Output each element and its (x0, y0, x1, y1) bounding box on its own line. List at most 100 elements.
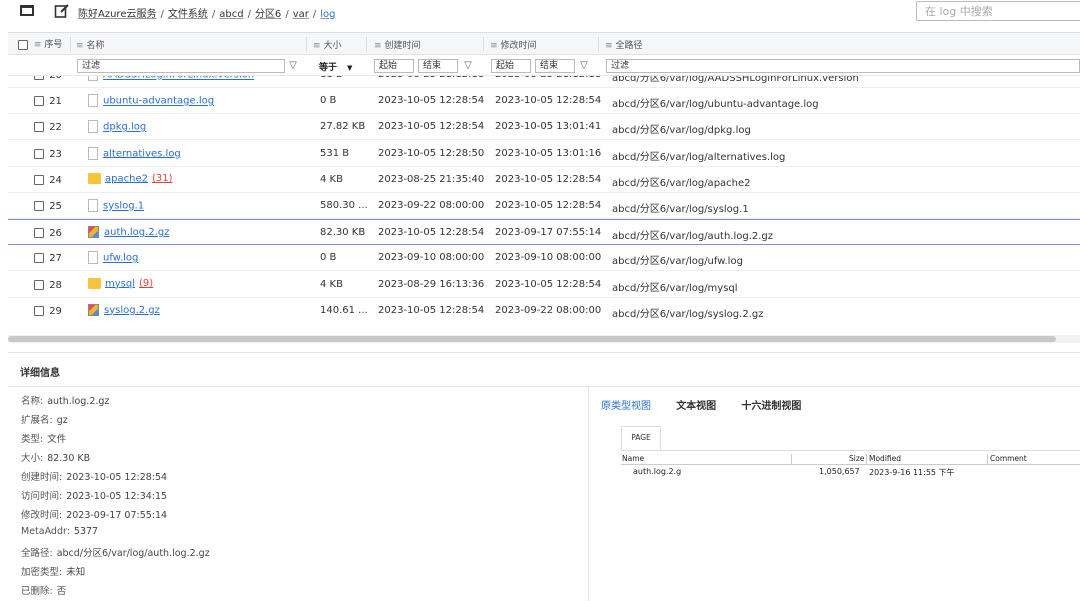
archive-header-name[interactable]: Name (622, 454, 644, 463)
row-checkbox[interactable] (34, 76, 44, 80)
file-name-link[interactable]: alternatives.log (103, 148, 181, 159)
row-checkbox[interactable] (34, 201, 44, 211)
table-row[interactable]: 26 auth.log.2.gz 82.30 KB 2023-10-05 12:28:… (8, 219, 1080, 246)
header-path[interactable]: 全路径 (616, 41, 643, 51)
file-name-link[interactable]: AADSSHLoginForLinux.version (103, 76, 254, 81)
item-count[interactable]: (31) (152, 173, 173, 184)
header-name[interactable]: 名称 (87, 41, 105, 51)
filter-icon[interactable]: ▽ (461, 59, 475, 73)
property-value: gz (56, 415, 68, 426)
edit-icon[interactable] (54, 3, 70, 19)
archive-entry-size: 1,050,657 (819, 467, 860, 476)
table-row[interactable]: 28 mysql (9) 4 KB 2023-08-29 16:13:36 2023-10… (8, 272, 1080, 298)
header-ctime[interactable]: 创建时间 (385, 41, 421, 51)
row-checkbox[interactable] (34, 96, 44, 107)
property-list: 名称: auth.log.2.gz 扩展名: gz 类型: 文件 大小: 82.30 KB 创建… (21, 393, 210, 601)
property-item: 修改时间: 2023-09-17 07:55:14 (21, 507, 210, 526)
table-row[interactable]: 21 ubuntu-advantage.log 0 B 2023-10-05 12:2… (8, 88, 1080, 115)
file-size: 531 B (320, 147, 350, 159)
modified-time: 2023-09-22 08:00:00 (495, 304, 602, 316)
file-icon (88, 120, 98, 134)
row-checkbox[interactable] (34, 148, 44, 159)
breadcrumb-item-partition[interactable]: 分区6 (255, 9, 281, 20)
ctime-start-input[interactable]: 起始 (374, 59, 414, 73)
header-index[interactable]: 序号 (44, 40, 62, 50)
archive-header-size[interactable]: Size (849, 454, 864, 463)
mtime-end-input[interactable]: 结束 (535, 59, 575, 73)
tab-native-view[interactable]: 原类型视图 (601, 401, 651, 412)
archive-header: Name Size Modified Comment (621, 454, 1080, 465)
modified-time: 2023-09-17 07:55:14 (495, 227, 602, 239)
property-label: 访问时间: (21, 491, 63, 502)
row-checkbox[interactable] (34, 253, 44, 264)
file-name-link[interactable]: ubuntu-advantage.log (103, 96, 214, 107)
horizontal-scrollbar[interactable] (8, 336, 1056, 342)
panel-splitter[interactable] (588, 387, 589, 601)
filter-icon[interactable]: ▽ (286, 59, 300, 73)
column-menu-icon[interactable]: ≡ (76, 41, 84, 51)
file-name-link[interactable]: syslog.2.gz (104, 305, 160, 316)
property-value: 2023-10-05 12:34:15 (66, 491, 168, 502)
search-input[interactable] (916, 1, 1080, 21)
select-all-checkbox[interactable] (18, 39, 28, 50)
file-name-link[interactable]: mysql (105, 278, 135, 289)
property-label: 扩展名: (21, 415, 53, 426)
header-mtime[interactable]: 修改时间 (501, 41, 537, 51)
file-name-link[interactable]: auth.log.2.gz (104, 227, 169, 238)
table-row[interactable]: 22 dpkg.log 27.82 KB 2023-10-05 12:28:54 202… (8, 114, 1080, 141)
breadcrumb-item-abcd[interactable]: abcd (219, 9, 243, 20)
breadcrumb-item-var[interactable]: var (293, 9, 309, 20)
table-row[interactable]: 20 AADSSHLoginForLinux.version 11 B 2023-08… (8, 76, 1080, 88)
file-name-link[interactable]: dpkg.log (103, 122, 146, 133)
filter-icon[interactable]: ▽ (577, 59, 591, 73)
row-number: 20 (49, 76, 62, 81)
archive-header-comment[interactable]: Comment (990, 454, 1027, 463)
size-operator-select[interactable]: 等于 ▼ (319, 60, 352, 73)
column-menu-icon[interactable]: ≡ (605, 41, 613, 51)
column-menu-icon[interactable]: ≡ (313, 41, 321, 51)
row-number: 22 (49, 122, 62, 134)
archive-header-modified[interactable]: Modified (869, 454, 901, 463)
column-menu-icon[interactable]: ≡ (490, 41, 498, 51)
created-time: 2023-10-05 12:28:50 (378, 147, 485, 159)
row-checkbox[interactable] (34, 305, 44, 316)
table-row[interactable]: 29 syslog.2.gz 140.61 ... 2023-10-05 12:28:… (8, 298, 1080, 321)
tab-text-view[interactable]: 文本视图 (676, 401, 716, 412)
folder-icon (88, 277, 101, 289)
row-checkbox[interactable] (34, 279, 44, 290)
property-item: 已删除: 否 (21, 583, 210, 601)
path-filter-input[interactable]: 过滤 (606, 59, 1080, 73)
name-filter-input[interactable]: 过滤 (77, 59, 285, 73)
table-row[interactable]: 25 syslog.1 580.30 ... 2023-09-22 08:00:00 2… (8, 193, 1080, 219)
folder-icon[interactable] (20, 5, 34, 16)
table-row[interactable]: 24 apache2 (31) 4 KB 2023-08-25 21:35:40 2023… (8, 167, 1080, 193)
file-size: 27.82 KB (320, 121, 366, 133)
file-icon (88, 76, 98, 81)
table-row[interactable]: 23 alternatives.log 531 B 2023-10-05 12:28:… (8, 141, 1080, 167)
row-checkbox[interactable] (34, 174, 44, 185)
archive-page-tab[interactable]: PAGE (621, 426, 661, 450)
breadcrumb-item-log[interactable]: log (320, 9, 335, 20)
mtime-start-input[interactable]: 起始 (491, 59, 531, 73)
file-name-link[interactable]: syslog.1 (103, 201, 144, 212)
tab-hex-view[interactable]: 十六进制视图 (741, 401, 801, 412)
breadcrumb-item-filesystem[interactable]: 文件系统 (168, 9, 208, 20)
item-count[interactable]: (9) (139, 278, 153, 289)
header-size[interactable]: 大小 (324, 41, 342, 51)
row-checkbox[interactable] (34, 228, 44, 239)
property-value: 2023-09-17 07:55:14 (66, 510, 168, 521)
column-menu-icon[interactable]: ≡ (374, 41, 382, 51)
row-checkbox[interactable] (34, 122, 44, 133)
file-name-link[interactable]: ufw.log (103, 253, 138, 264)
created-time: 2023-09-22 08:00:00 (378, 200, 485, 211)
ctime-end-input[interactable]: 结束 (418, 59, 458, 73)
created-time: 2023-08-25 21:35:40 (378, 173, 485, 185)
full-path: abcd/分区6/var/log/ufw.log (612, 256, 743, 268)
column-menu-icon[interactable]: ≡ (34, 40, 42, 50)
file-name-link[interactable]: apache2 (105, 173, 148, 184)
breadcrumb-item-azure[interactable]: 陈好Azure云服务 (78, 9, 156, 20)
property-label: 创建时间: (21, 472, 63, 483)
archive-row[interactable]: auth.log.2.g 1,050,657 2023-9-16 11:55 下… (621, 467, 1080, 479)
full-path: abcd/分区6/var/log/syslog.1 (612, 204, 749, 215)
table-row[interactable]: 27 ufw.log 0 B 2023-09-10 08:00:00 2023-09-1… (8, 245, 1080, 272)
